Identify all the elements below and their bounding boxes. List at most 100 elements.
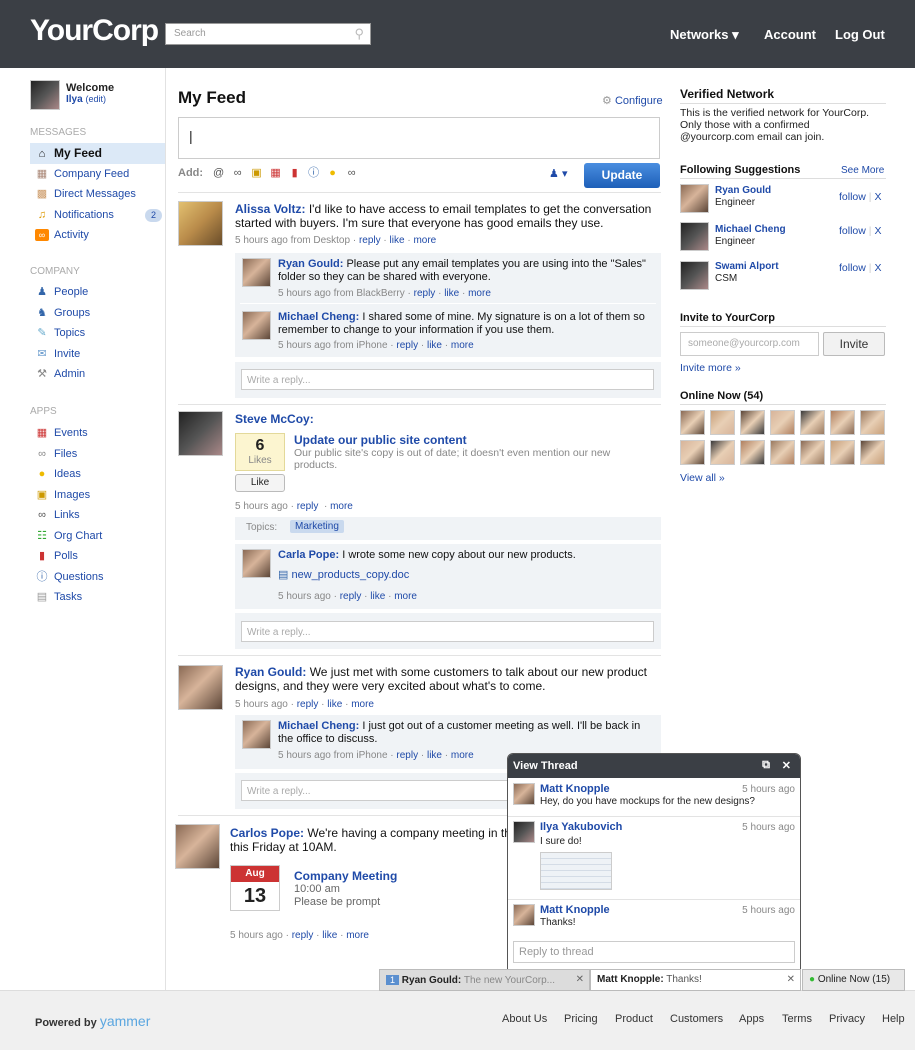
sidebar-item-ideas[interactable]: ● Ideas xyxy=(30,464,165,485)
like-link[interactable]: like xyxy=(427,340,442,351)
sidebar-item-files[interactable]: ∞ Files xyxy=(30,444,165,465)
post-author[interactable]: Ryan Gould: xyxy=(235,665,306,679)
sidebar-item-people[interactable]: ♟ People xyxy=(30,282,165,303)
reply-link[interactable]: reply xyxy=(297,699,319,710)
online-user-avatar[interactable] xyxy=(860,410,885,435)
yammer-logo[interactable]: yammer xyxy=(100,1013,151,1029)
footer-link-pricing[interactable]: Pricing xyxy=(564,1013,598,1025)
online-user-avatar[interactable] xyxy=(740,440,765,465)
popout-icon[interactable]: ⧉ xyxy=(762,759,770,772)
close-icon[interactable]: ✕ xyxy=(576,970,584,990)
dismiss-button[interactable]: X xyxy=(874,262,881,274)
more-link[interactable]: more xyxy=(468,288,491,299)
sidebar-item-my-feed[interactable]: ⌂ My Feed xyxy=(30,143,165,164)
like-button[interactable]: Like xyxy=(235,474,285,492)
networks-menu[interactable]: Networks ▾ xyxy=(670,27,739,43)
sidebar-item-org-chart[interactable]: ☷ Org Chart xyxy=(30,526,165,547)
like-link[interactable]: like xyxy=(322,930,337,941)
configure-link[interactable]: ⚙ Configure xyxy=(602,94,663,107)
reply-link[interactable]: reply xyxy=(396,340,418,351)
thread-author[interactable]: Ilya Yakubovich xyxy=(540,821,622,833)
footer-link-product[interactable]: Product xyxy=(615,1013,653,1025)
avatar[interactable] xyxy=(680,261,709,290)
avatar[interactable] xyxy=(242,311,271,340)
write-reply-input[interactable]: Write a reply... xyxy=(241,369,654,390)
online-user-avatar[interactable] xyxy=(800,410,825,435)
footer-link-privacy[interactable]: Privacy xyxy=(829,1013,865,1025)
question-icon[interactable]: ⓘ xyxy=(307,164,320,180)
avatar[interactable] xyxy=(178,201,223,246)
chat-tab[interactable]: 1 Ryan Gould: The new YourCorp... ✕ xyxy=(379,969,590,991)
sidebar-item-admin[interactable]: ⚒ Admin xyxy=(30,364,165,385)
online-user-avatar[interactable] xyxy=(830,410,855,435)
online-now-chat-button[interactable]: ● Online Now (15) xyxy=(802,969,905,991)
avatar[interactable] xyxy=(175,824,220,869)
link-icon[interactable]: ∞ xyxy=(345,167,358,179)
search-input[interactable]: Search ⚲ xyxy=(165,23,371,45)
suggestion-name[interactable]: Michael Cheng xyxy=(715,224,786,235)
suggestion-name[interactable]: Swami Alport xyxy=(715,261,779,272)
mockup-thumbnail[interactable] xyxy=(540,852,612,890)
thread-author[interactable]: Matt Knopple xyxy=(540,904,610,916)
reply-author[interactable]: Michael Cheng: xyxy=(278,311,359,323)
more-link[interactable]: more xyxy=(330,501,353,512)
lightbulb-icon[interactable]: ● xyxy=(326,167,339,179)
sidebar-item-images[interactable]: ▣ Images xyxy=(30,485,165,506)
image-icon[interactable]: ▣ xyxy=(250,166,263,179)
user-name[interactable]: Ilya xyxy=(66,94,83,105)
edit-profile-link[interactable]: (edit) xyxy=(85,94,106,104)
reply-link[interactable]: reply xyxy=(292,930,314,941)
online-user-avatar[interactable] xyxy=(770,440,795,465)
close-icon[interactable]: ✕ xyxy=(782,759,791,772)
avatar[interactable] xyxy=(513,783,535,805)
poll-icon[interactable]: ▮ xyxy=(288,166,301,179)
suggestion-name[interactable]: Ryan Gould xyxy=(715,185,771,196)
sidebar-item-events[interactable]: ▦ Events xyxy=(30,423,165,444)
follow-button[interactable]: follow xyxy=(839,262,866,274)
online-user-avatar[interactable] xyxy=(710,440,735,465)
company-logo[interactable]: YourCorp xyxy=(30,14,159,48)
online-user-avatar[interactable] xyxy=(740,410,765,435)
footer-link-terms[interactable]: Terms xyxy=(782,1013,812,1025)
reply-author[interactable]: Carla Pope: xyxy=(278,549,339,561)
dismiss-button[interactable]: X xyxy=(874,191,881,203)
avatar[interactable] xyxy=(680,184,709,213)
sidebar-item-links[interactable]: ∞ Links xyxy=(30,505,165,526)
follow-button[interactable]: follow xyxy=(839,225,866,237)
sidebar-item-questions[interactable]: ⓘ Questions xyxy=(30,567,165,588)
more-link[interactable]: more xyxy=(451,750,474,761)
reply-link[interactable]: reply xyxy=(359,235,381,246)
sidebar-item-activity[interactable]: ∞ Activity xyxy=(30,225,165,246)
sidebar-item-polls[interactable]: ▮ Polls xyxy=(30,546,165,567)
paperclip-icon[interactable]: ∞ xyxy=(231,167,244,179)
reply-author[interactable]: Ryan Gould: xyxy=(278,258,343,270)
online-user-avatar[interactable] xyxy=(770,410,795,435)
post-author[interactable]: Steve McCoy: xyxy=(235,412,314,426)
link-title[interactable]: Update our public site content xyxy=(294,433,467,447)
invite-more-link[interactable]: Invite more » xyxy=(680,362,741,374)
sidebar-item-company-feed[interactable]: ▦ Company Feed xyxy=(30,164,165,185)
sidebar-item-direct-messages[interactable]: ▩ Direct Messages xyxy=(30,184,165,205)
online-user-avatar[interactable] xyxy=(710,410,735,435)
avatar[interactable] xyxy=(242,720,271,749)
like-link[interactable]: like xyxy=(370,591,385,602)
chat-tab-active[interactable]: Matt Knopple: Thanks! ✕ xyxy=(590,969,801,991)
reply-link[interactable]: reply xyxy=(297,501,319,512)
footer-link-customers[interactable]: Customers xyxy=(670,1013,723,1025)
more-link[interactable]: more xyxy=(413,235,436,246)
invite-button[interactable]: Invite xyxy=(823,332,885,356)
more-link[interactable]: more xyxy=(451,340,474,351)
avatar[interactable] xyxy=(242,258,271,287)
avatar[interactable] xyxy=(30,80,60,110)
follow-button[interactable]: follow xyxy=(839,191,866,203)
online-user-avatar[interactable] xyxy=(680,410,705,435)
dismiss-button[interactable]: X xyxy=(874,225,881,237)
reply-author[interactable]: Michael Cheng: xyxy=(278,720,359,732)
sidebar-item-invite[interactable]: ✉ Invite xyxy=(30,344,165,365)
event-title[interactable]: Company Meeting xyxy=(294,869,397,883)
footer-link-about[interactable]: About Us xyxy=(502,1013,547,1025)
post-author[interactable]: Alissa Voltz: xyxy=(235,202,305,216)
sidebar-item-tasks[interactable]: ▤ Tasks xyxy=(30,587,165,608)
attachment-file[interactable]: ▤ new_products_copy.doc xyxy=(278,568,409,581)
avatar[interactable] xyxy=(513,821,535,843)
